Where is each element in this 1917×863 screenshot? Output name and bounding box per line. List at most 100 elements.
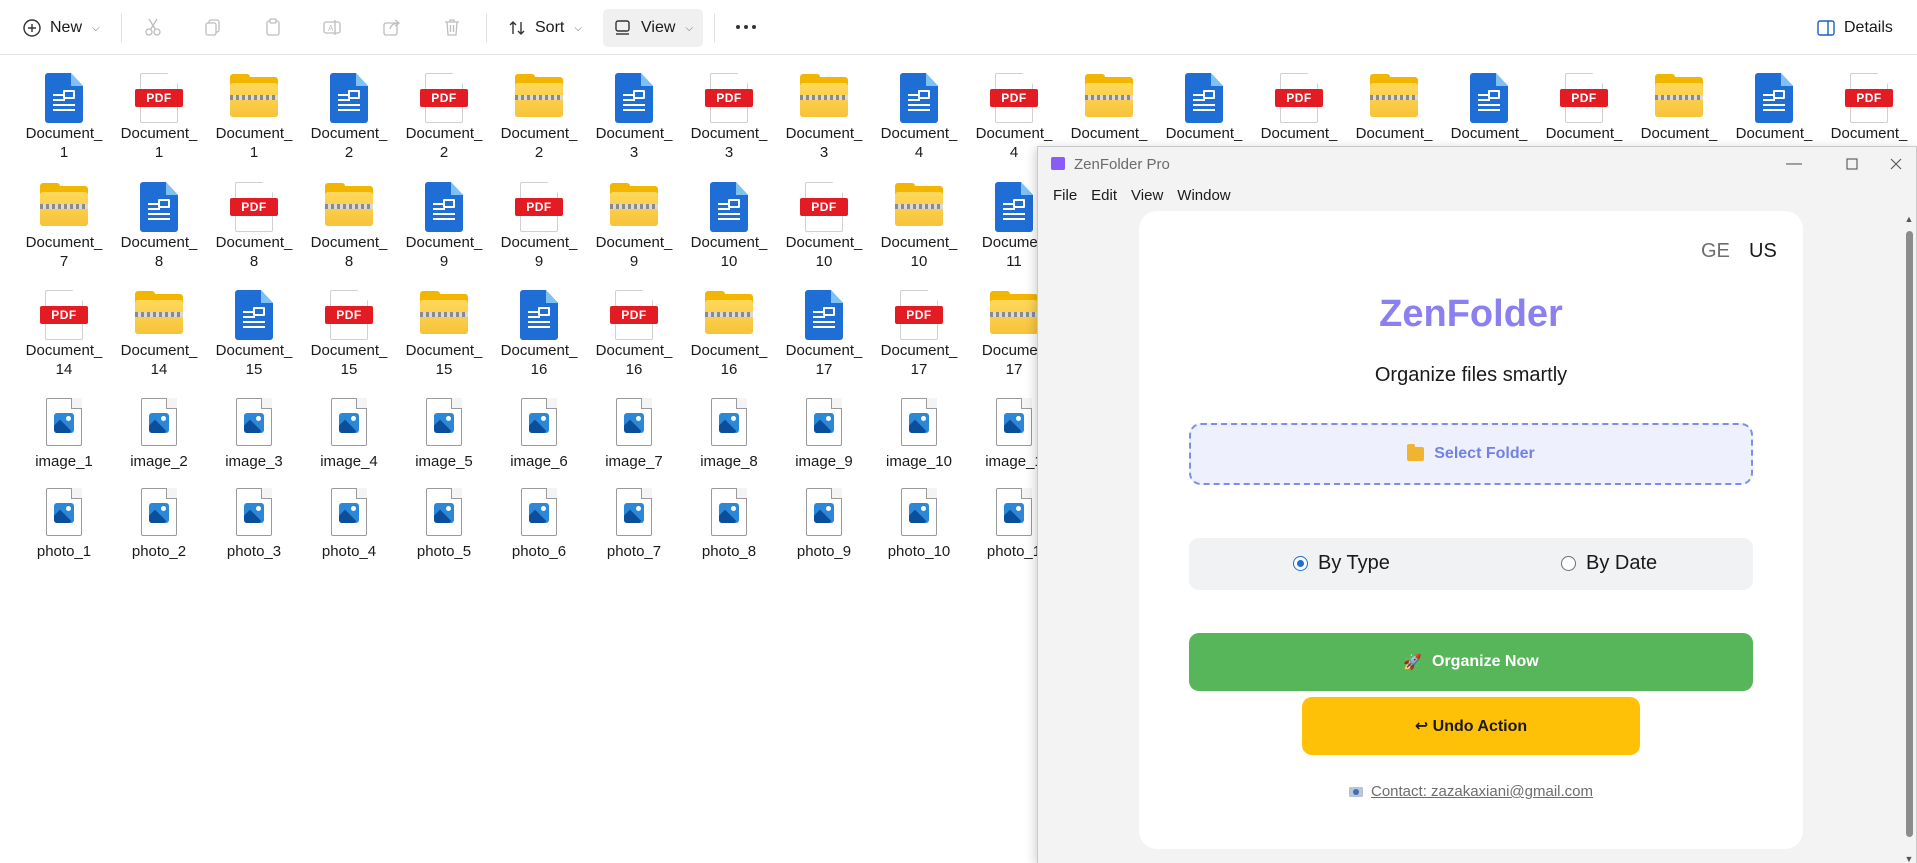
share-icon[interactable]	[379, 14, 405, 40]
close-icon[interactable]	[1874, 151, 1917, 177]
file-item[interactable]: photo_8	[684, 485, 774, 561]
word-document-icon	[1176, 63, 1232, 123]
file-item[interactable]: image_10	[874, 395, 964, 471]
new-button[interactable]: New ⌵	[12, 9, 110, 47]
file-item[interactable]: PDF Document_ 10	[779, 172, 869, 271]
file-item[interactable]: Document_ 2	[494, 63, 584, 162]
file-item[interactable]: image_5	[399, 395, 489, 471]
rename-icon[interactable]: A	[319, 14, 345, 40]
file-item[interactable]: image_8	[684, 395, 774, 471]
file-item[interactable]: image_6	[494, 395, 584, 471]
zenfolder-window: ZenFolder Pro — File Edit View Window GE…	[1037, 146, 1917, 863]
radio-by-date-label: By Date	[1586, 552, 1658, 574]
file-item[interactable]: PDF Document_	[1824, 63, 1914, 143]
file-item[interactable]: PDF Document_ 15	[304, 280, 394, 379]
file-item[interactable]: Document_ 16	[494, 280, 584, 379]
file-item[interactable]: Document_ 10	[874, 172, 964, 271]
file-name: Document_ 10	[785, 234, 863, 270]
file-item[interactable]: PDF Document_	[1539, 63, 1629, 143]
view-button[interactable]: View ⌵	[603, 9, 703, 47]
file-item[interactable]: photo_2	[114, 485, 204, 561]
file-item[interactable]: Document_	[1729, 63, 1819, 143]
file-item[interactable]: PDF Document_ 9	[494, 172, 584, 271]
sort-mode-group: By Type By Date	[1189, 538, 1753, 590]
file-item[interactable]: PDF Document_	[1254, 63, 1344, 143]
file-item[interactable]: photo_1	[19, 485, 109, 561]
language-ge[interactable]: GE	[1701, 240, 1730, 263]
file-item[interactable]: Document_ 15	[399, 280, 489, 379]
file-item[interactable]: Document_ 8	[114, 172, 204, 271]
file-item[interactable]: Document_	[1634, 63, 1724, 143]
file-item[interactable]: photo_3	[209, 485, 299, 561]
contact-link[interactable]: Contact: zazakaxiani@gmail.com	[1139, 783, 1803, 800]
sort-button[interactable]: Sort ⌵	[497, 9, 592, 47]
file-item[interactable]: photo_10	[874, 485, 964, 561]
file-item[interactable]: PDF Document_ 1	[114, 63, 204, 162]
radio-unselected-icon[interactable]	[1561, 556, 1576, 571]
file-item[interactable]: PDF Document_ 3	[684, 63, 774, 162]
undo-action-button[interactable]: ↩ Undo Action	[1302, 697, 1640, 755]
paste-icon[interactable]	[260, 14, 286, 40]
file-item[interactable]: image_7	[589, 395, 679, 471]
file-item[interactable]: Document_ 4	[874, 63, 964, 162]
radio-by-type[interactable]: By Type	[1293, 552, 1390, 575]
file-item[interactable]: image_9	[779, 395, 869, 471]
menu-view[interactable]: View	[1124, 181, 1170, 211]
scroll-up-icon[interactable]: ▲	[1904, 214, 1914, 224]
file-item[interactable]: Document_ 3	[589, 63, 679, 162]
file-item[interactable]: Document_ 1	[19, 63, 109, 162]
file-item[interactable]: Document_ 15	[209, 280, 299, 379]
file-item[interactable]: PDF Document_ 8	[209, 172, 299, 271]
vertical-scrollbar[interactable]: ▲ ▼	[1902, 211, 1916, 863]
file-item[interactable]: Document_ 8	[304, 172, 394, 271]
file-item[interactable]: Document_ 9	[589, 172, 679, 271]
file-item[interactable]: PDF Document_ 14	[19, 280, 109, 379]
app-content: GE US ZenFolder Organize files smartly S…	[1038, 211, 1904, 863]
menu-window[interactable]: Window	[1170, 181, 1237, 211]
file-item[interactable]: image_4	[304, 395, 394, 471]
details-button[interactable]: Details	[1806, 9, 1903, 47]
file-item[interactable]: photo_7	[589, 485, 679, 561]
language-us[interactable]: US	[1749, 240, 1777, 263]
scrollbar-thumb[interactable]	[1906, 231, 1913, 837]
menu-edit[interactable]: Edit	[1084, 181, 1124, 211]
file-item[interactable]: PDF Document_ 17	[874, 280, 964, 379]
file-item[interactable]: Document_	[1444, 63, 1534, 143]
file-item[interactable]: image_2	[114, 395, 204, 471]
file-item[interactable]: photo_5	[399, 485, 489, 561]
file-item[interactable]: Document_ 3	[779, 63, 869, 162]
file-item[interactable]: image_1	[19, 395, 109, 471]
cut-icon[interactable]	[140, 14, 166, 40]
more-options-icon[interactable]	[733, 14, 759, 40]
file-item[interactable]: photo_4	[304, 485, 394, 561]
radio-selected-icon[interactable]	[1293, 556, 1308, 571]
file-item[interactable]: Document_ 16	[684, 280, 774, 379]
file-item[interactable]: Document_ 2	[304, 63, 394, 162]
file-item[interactable]: Document_ 14	[114, 280, 204, 379]
file-item[interactable]: Document_ 9	[399, 172, 489, 271]
copy-icon[interactable]	[200, 14, 226, 40]
maximize-icon[interactable]	[1830, 151, 1874, 177]
select-folder-button[interactable]: Select Folder	[1189, 423, 1753, 485]
radio-by-date[interactable]: By Date	[1561, 552, 1657, 575]
minimize-icon[interactable]: —	[1772, 151, 1816, 177]
file-item[interactable]: Document_ 10	[684, 172, 774, 271]
file-item[interactable]: Document_	[1159, 63, 1249, 143]
folder-icon	[1407, 444, 1425, 461]
file-item[interactable]: photo_9	[779, 485, 869, 561]
file-item[interactable]: PDF Document_ 2	[399, 63, 489, 162]
menu-file[interactable]: File	[1046, 181, 1084, 211]
file-item[interactable]: Document_ 1	[209, 63, 299, 162]
file-item[interactable]: Document_ 7	[19, 172, 109, 271]
file-item[interactable]: Document_	[1064, 63, 1154, 143]
file-item[interactable]: PDF Document_ 16	[589, 280, 679, 379]
undo-action-label: ↩ Undo Action	[1414, 718, 1528, 735]
file-item[interactable]: Document_	[1349, 63, 1439, 143]
file-item[interactable]: photo_6	[494, 485, 584, 561]
file-item[interactable]: Document_ 17	[779, 280, 869, 379]
organize-now-button[interactable]: 🚀 Organize Now	[1189, 633, 1753, 691]
scroll-down-icon[interactable]: ▼	[1904, 854, 1914, 863]
file-item[interactable]: image_3	[209, 395, 299, 471]
delete-icon[interactable]	[439, 14, 465, 40]
window-title-bar[interactable]: ZenFolder Pro —	[1038, 147, 1916, 181]
